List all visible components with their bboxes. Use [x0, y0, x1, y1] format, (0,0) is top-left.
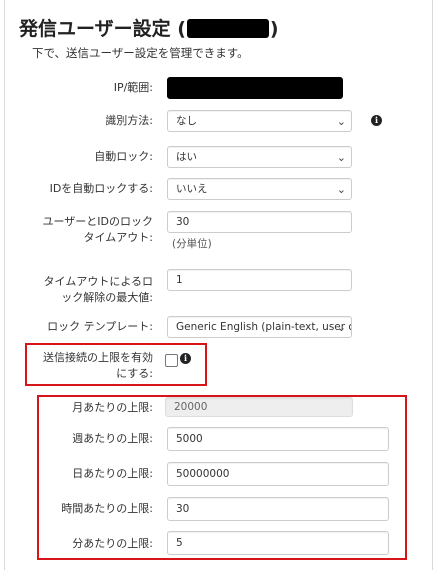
limit-week-label: 週あたりの上限:: [72, 432, 153, 445]
auto-lock-id-select[interactable]: いいえ ⌄: [167, 178, 352, 200]
lock-template-label: ロック テンプレート:: [47, 320, 153, 333]
chevron-down-icon: ⌄: [336, 151, 346, 164]
lock-template-select[interactable]: Generic English (plain-text, user or ide…: [167, 316, 352, 338]
limit-day-input[interactable]: 50000000: [167, 462, 389, 486]
lock-timeout-hint: (分単位): [172, 238, 212, 250]
auto-lock-label: 自動ロック:: [94, 150, 153, 163]
ip-range-label: IP/範囲:: [113, 81, 153, 94]
ip-range-input[interactable]: [167, 77, 343, 99]
enable-limit-checkbox[interactable]: [165, 354, 178, 367]
enable-limit-label: 送信接続の上限を有効にする:: [43, 351, 153, 380]
left-border: [4, 0, 5, 570]
auto-lock-id-label: IDを自動ロックする:: [49, 182, 153, 195]
page-subtitle: 下で、送信ユーザー設定を管理できます。: [32, 46, 249, 60]
identification-select[interactable]: なし ⌄: [167, 110, 352, 132]
limit-hour-input[interactable]: 30: [167, 497, 389, 521]
limit-hour-label: 時間あたりの上限:: [61, 502, 153, 515]
timeout-max-input[interactable]: 1: [167, 269, 352, 291]
limit-week-input[interactable]: 5000: [167, 427, 389, 451]
info-circle-icon[interactable]: i: [371, 115, 382, 126]
lock-timeout-label: ユーザーとIDのロック タイムアウト:: [42, 215, 154, 244]
limit-minute-input[interactable]: 5: [167, 531, 389, 555]
chevron-down-icon: ⌄: [336, 321, 346, 334]
timeout-max-label: タイムアウトによるロック解除の最大値:: [43, 275, 153, 304]
info-circle-icon[interactable]: i: [180, 353, 191, 364]
identification-label: 識別方法:: [105, 114, 153, 127]
chevron-down-icon: ⌄: [336, 183, 346, 196]
page-title: 発信ユーザー設定 (): [19, 18, 279, 40]
limit-month-input[interactable]: 20000: [165, 397, 353, 417]
redacted-name: [186, 19, 269, 38]
right-border: [432, 0, 433, 570]
lock-timeout-input[interactable]: 30: [167, 211, 352, 233]
auto-lock-select[interactable]: はい ⌄: [167, 146, 352, 168]
limit-day-label: 日あたりの上限:: [72, 467, 153, 480]
chevron-down-icon: ⌄: [336, 115, 346, 128]
limit-minute-label: 分あたりの上限:: [72, 537, 153, 550]
limit-month-label: 月あたりの上限:: [72, 401, 153, 414]
